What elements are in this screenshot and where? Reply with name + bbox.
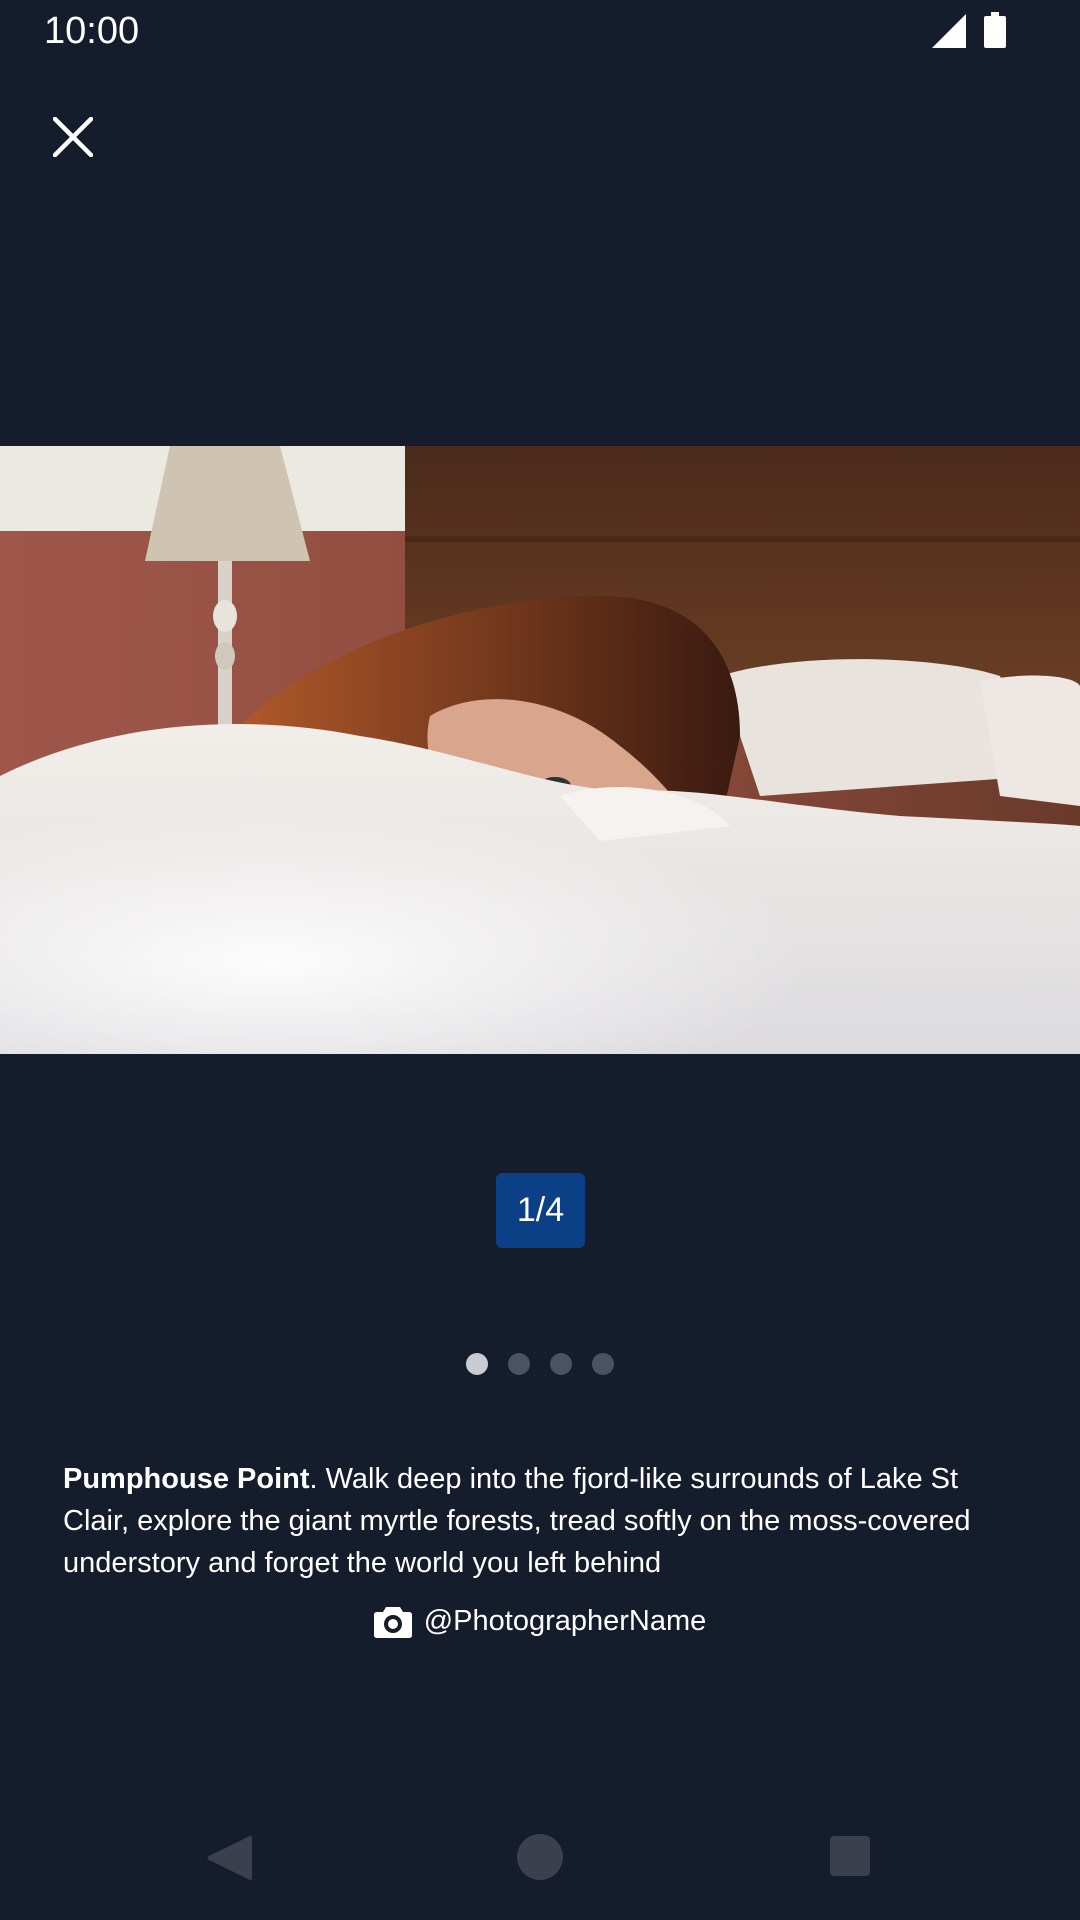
- home-icon[interactable]: [517, 1834, 563, 1880]
- pager-dot-4[interactable]: [592, 1353, 614, 1375]
- pager-indicator: [0, 1353, 1080, 1375]
- status-time: 10:00: [44, 10, 140, 52]
- close-icon: [53, 117, 93, 157]
- caption-title: Pumphouse Point: [63, 1463, 310, 1495]
- photographer-name: @PhotographerName: [423, 1604, 707, 1637]
- signal-icon: [932, 14, 966, 48]
- close-button[interactable]: [40, 104, 106, 170]
- status-bar: 10:00: [0, 0, 1080, 62]
- gallery-photo[interactable]: [0, 446, 1080, 1054]
- recents-icon[interactable]: [830, 1836, 870, 1876]
- photo-counter-badge: 1/4: [496, 1173, 585, 1248]
- photo-caption: Pumphouse Point. Walk deep into the fjor…: [63, 1458, 1023, 1584]
- photo-image: [0, 446, 1080, 1054]
- pager-dot-2[interactable]: [508, 1353, 530, 1375]
- camera-icon: [373, 1607, 412, 1638]
- back-icon[interactable]: [206, 1834, 252, 1882]
- system-nav-bar: [0, 1812, 1080, 1902]
- pager-dot-1[interactable]: [466, 1353, 488, 1375]
- photographer-credit[interactable]: @PhotographerName: [0, 1604, 1080, 1638]
- photo-viewer-screen: 10:00 1/4 Pumphouse Point. Walk deep int…: [0, 0, 1080, 1920]
- pager-dot-3[interactable]: [550, 1353, 572, 1375]
- battery-icon: [984, 12, 1006, 48]
